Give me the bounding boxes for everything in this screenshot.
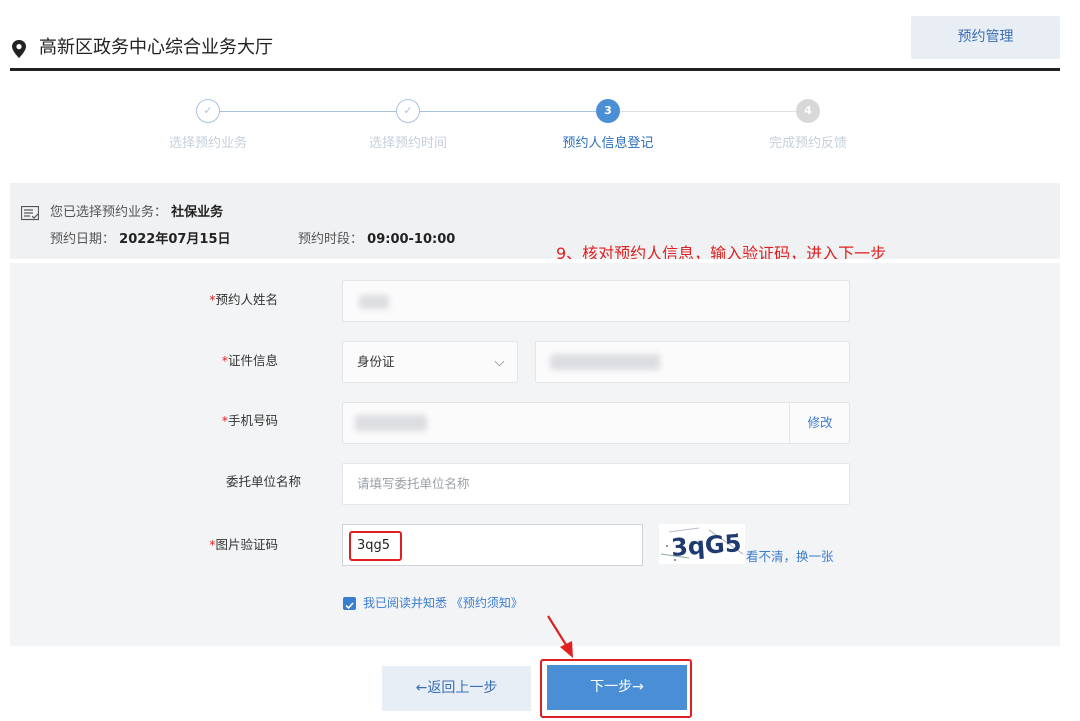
step-3-number: 3 bbox=[596, 99, 620, 123]
location-pin-icon bbox=[12, 40, 26, 58]
redacted-id-number bbox=[550, 354, 660, 370]
phone-label: *手机号码 bbox=[221, 413, 278, 428]
step-connector bbox=[420, 111, 596, 112]
id-number-field[interactable] bbox=[535, 341, 850, 383]
captcha-label: *图片验证码 bbox=[209, 537, 278, 552]
service-label: 您已选择预约业务： bbox=[50, 205, 168, 220]
next-step-button[interactable]: 下一步→ bbox=[547, 665, 687, 710]
company-label: 委托单位名称 bbox=[225, 474, 301, 489]
captcha-value-highlight: 3qg5 bbox=[349, 531, 402, 561]
chevron-down-icon bbox=[494, 356, 505, 367]
date-label: 预约日期： bbox=[50, 232, 116, 247]
back-button[interactable]: ←返回上一步 bbox=[382, 666, 531, 711]
step-1-label: 选择预约业务 bbox=[168, 136, 247, 151]
step-2-label: 选择预约时间 bbox=[368, 136, 447, 151]
slot-value: 09:00-10:00 bbox=[367, 232, 456, 247]
name-label: *预约人姓名 bbox=[209, 292, 278, 307]
modify-phone-button[interactable]: 修改 bbox=[789, 402, 850, 444]
refresh-captcha-link[interactable]: 看不清，换一张 bbox=[746, 548, 834, 566]
svg-text:3qG5: 3qG5 bbox=[670, 529, 742, 562]
appointment-date: 预约日期： 2022年07月15日 bbox=[50, 231, 231, 249]
appointment-slot: 预约时段： 09:00-10:00 bbox=[298, 231, 455, 249]
step-4-number: 4 bbox=[796, 99, 820, 123]
redacted-name bbox=[359, 295, 389, 309]
step-connector bbox=[220, 111, 396, 112]
service-value: 社保业务 bbox=[171, 205, 224, 220]
step-2-check-icon: ✓ bbox=[396, 99, 420, 123]
date-value: 2022年07月15日 bbox=[119, 232, 231, 247]
captcha-image[interactable]: 3qG5 bbox=[659, 524, 745, 564]
company-field[interactable]: 请填写委托单位名称 bbox=[342, 463, 850, 505]
agree-checkbox[interactable] bbox=[343, 597, 356, 610]
name-field[interactable] bbox=[342, 280, 850, 322]
document-list-icon bbox=[21, 206, 39, 221]
id-type-value: 身份证 bbox=[357, 354, 395, 369]
step-1-check-icon: ✓ bbox=[196, 99, 220, 123]
appointment-summary-panel bbox=[10, 183, 1060, 263]
phone-field[interactable] bbox=[342, 402, 850, 444]
step-3-label: 预约人信息登记 bbox=[562, 136, 654, 151]
id-label: *证件信息 bbox=[221, 353, 278, 368]
redacted-phone bbox=[355, 415, 427, 431]
checkmark-icon bbox=[345, 602, 354, 610]
id-type-select[interactable]: 身份证 bbox=[342, 341, 518, 383]
step-connector bbox=[620, 111, 796, 112]
selected-service: 您已选择预约业务： 社保业务 bbox=[50, 204, 223, 222]
red-arrow-annotation bbox=[547, 615, 573, 658]
step-4-label: 完成预约反馈 bbox=[768, 136, 847, 151]
page-title: 高新区政务中心综合业务大厅 bbox=[39, 37, 273, 58]
agreement-link[interactable]: 我已阅读并知悉 《预约须知》 bbox=[363, 594, 523, 612]
header-divider bbox=[10, 68, 1060, 71]
appointment-management-button[interactable]: 预约管理 bbox=[911, 16, 1060, 59]
slot-label: 预约时段： bbox=[298, 232, 364, 247]
